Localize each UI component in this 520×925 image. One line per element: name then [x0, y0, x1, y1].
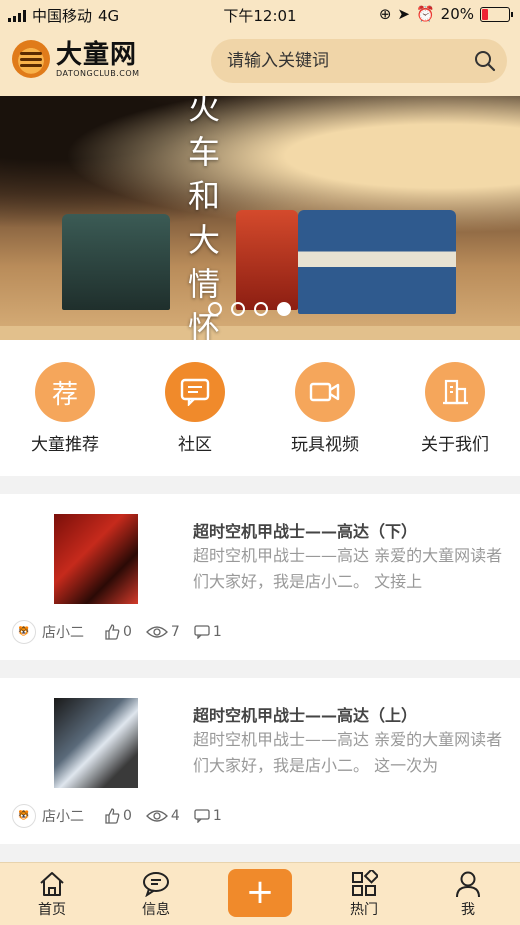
post-thumbnail[interactable]: [54, 514, 138, 604]
category-label: 大童推荐: [31, 435, 99, 455]
post-meta: 🐯 店小二 0 4 1: [12, 804, 236, 828]
clock: 下午12:01: [223, 7, 297, 25]
carousel-dot[interactable]: [208, 302, 222, 316]
like-count[interactable]: 0: [104, 808, 132, 824]
comment-icon: [194, 809, 210, 823]
comment-count[interactable]: 1: [194, 624, 222, 640]
search-icon[interactable]: [463, 39, 507, 83]
tab-home[interactable]: 首页: [12, 869, 92, 919]
post-excerpt: 超时空机甲战士——高达 亲爱的大童网读者们大家好，我是店小二。 这一次为: [193, 730, 503, 775]
logo[interactable]: 大童网 DATONGCLUB.COM: [12, 40, 140, 78]
thumbs-up-icon: [105, 624, 120, 640]
tab-messages[interactable]: 信息: [116, 869, 196, 919]
eye-icon: [146, 810, 168, 822]
video-icon: [295, 362, 355, 422]
category-recommend[interactable]: 荐 大童推荐: [5, 362, 125, 455]
location-icon: ➤: [397, 5, 410, 23]
message-icon: [116, 869, 196, 899]
building-icon: [425, 362, 485, 422]
comment-count[interactable]: 1: [194, 808, 222, 824]
search-input[interactable]: [211, 50, 463, 72]
author-avatar[interactable]: 🐯: [12, 804, 36, 828]
view-count: 4: [146, 808, 180, 824]
category-nav: 荐 大童推荐 社区 玩具视频 关于我们: [0, 340, 520, 476]
recommend-icon: 荐: [35, 362, 95, 422]
search-bar[interactable]: [211, 39, 507, 83]
alarm-icon: ⏰: [415, 5, 435, 23]
logo-subtitle: DATONGCLUB.COM: [56, 68, 140, 78]
post-meta: 🐯 店小二 0 7 1: [12, 620, 236, 644]
like-count[interactable]: 0: [104, 624, 132, 640]
home-icon: [12, 869, 92, 899]
tab-label: 我: [461, 902, 475, 918]
like-count-value: 0: [123, 808, 132, 824]
carousel-dot[interactable]: [231, 302, 245, 316]
category-about[interactable]: 关于我们: [395, 362, 515, 455]
header: 大童网 DATONGCLUB.COM: [0, 28, 520, 96]
tab-me[interactable]: 我: [428, 869, 508, 919]
tiger-logo-icon: [12, 40, 50, 78]
post-excerpt: 超时空机甲战士——高达 亲爱的大童网读者们大家好，我是店小二。 文接上: [193, 546, 503, 591]
post-thumbnail[interactable]: [54, 698, 138, 788]
orientation-lock-icon: ⊕: [378, 5, 392, 23]
category-community[interactable]: 社区: [135, 362, 255, 455]
logo-title: 大童网: [56, 39, 138, 70]
comment-count-value: 1: [212, 808, 222, 824]
status-bar: 中国移动 4G 下午12:01 ⊕ ➤ ⏰ 20%: [0, 0, 520, 28]
bottom-tab-bar: 首页 信息 + 热门 我: [0, 862, 520, 925]
view-count: 7: [146, 624, 180, 640]
post-card[interactable]: 超时空机甲战士——高达（下） 超时空机甲战士——高达 亲爱的大童网读者们大家好，…: [0, 494, 520, 660]
author-name[interactable]: 店小二: [42, 806, 84, 826]
battery-icon: [480, 6, 513, 22]
post-title[interactable]: 超时空机甲战士——高达（下）: [193, 518, 417, 542]
post-card[interactable]: 超时空机甲战士——高达（上） 超时空机甲战士——高达 亲爱的大童网读者们大家好，…: [0, 678, 520, 844]
user-icon: [428, 869, 508, 899]
category-label: 玩具视频: [291, 435, 359, 455]
thumbs-up-icon: [105, 808, 120, 824]
category-label: 社区: [178, 435, 212, 455]
chat-icon: [165, 362, 225, 422]
view-count-value: 4: [170, 808, 180, 824]
add-post-button[interactable]: +: [228, 869, 292, 917]
carousel-dot-active[interactable]: [277, 302, 291, 316]
author-name[interactable]: 店小二: [42, 622, 84, 642]
tab-label: 热门: [350, 902, 378, 918]
carousel-indicator: [208, 302, 291, 316]
tab-hot[interactable]: 热门: [324, 869, 404, 919]
train-image: [236, 210, 298, 310]
train-image: [298, 210, 456, 314]
grid-icon: [324, 869, 404, 899]
tab-label: 首页: [38, 902, 66, 918]
eye-icon: [146, 626, 168, 638]
category-label: 关于我们: [421, 435, 489, 455]
tab-label: 信息: [142, 902, 170, 918]
comment-count-value: 1: [212, 624, 222, 640]
post-title[interactable]: 超时空机甲战士——高达（上）: [193, 702, 417, 726]
carousel-dot[interactable]: [254, 302, 268, 316]
comment-icon: [194, 625, 210, 639]
author-avatar[interactable]: 🐯: [12, 620, 36, 644]
like-count-value: 0: [123, 624, 132, 640]
train-image: [62, 214, 170, 310]
battery-percent: 20%: [440, 5, 474, 23]
view-count-value: 7: [170, 624, 180, 640]
category-video[interactable]: 玩具视频: [265, 362, 385, 455]
